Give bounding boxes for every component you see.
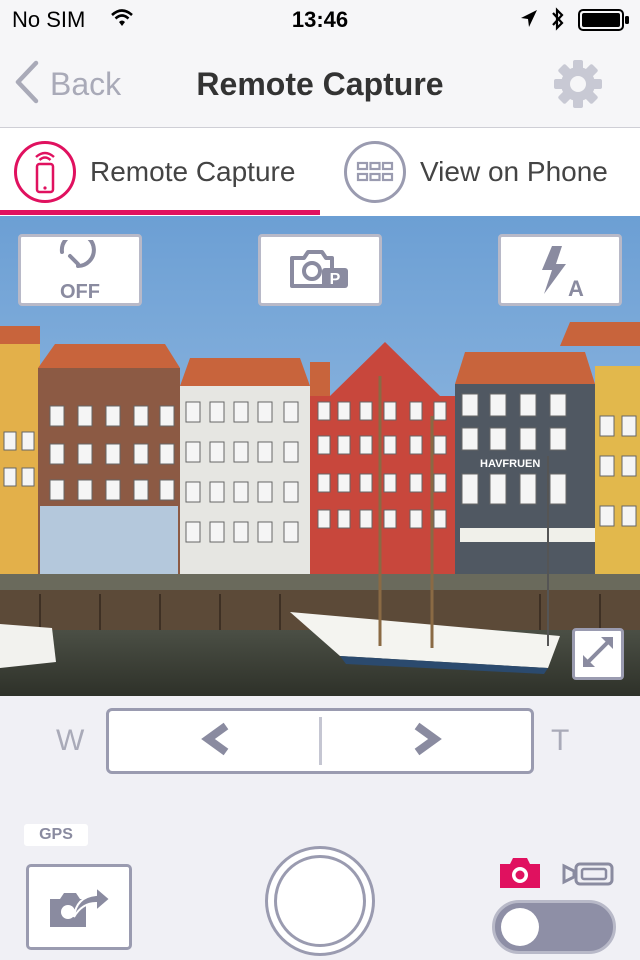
tab-remote-capture-label: Remote Capture: [90, 156, 296, 187]
tab-view-on-phone[interactable]: View on Phone: [320, 128, 640, 216]
active-tab-indicator: [0, 210, 320, 215]
navigation-bar: Back Remote Capture: [0, 40, 640, 128]
camera-settings-button[interactable]: P: [258, 234, 382, 306]
chevron-right-icon: [411, 722, 445, 761]
share-button[interactable]: [26, 864, 132, 950]
camera-settings-icon: P: [288, 246, 352, 295]
shutter-button[interactable]: [265, 846, 375, 956]
self-timer-button[interactable]: OFF: [18, 234, 142, 306]
self-timer-label: OFF: [60, 281, 100, 300]
bluetooth-icon: [550, 7, 566, 36]
fullscreen-expand-button[interactable]: [572, 628, 624, 680]
clock-time: 13:46: [291, 7, 349, 32]
mode-tabs: Remote Capture View on Phone: [0, 128, 640, 216]
page-title: Remote Capture: [196, 66, 444, 102]
tab-remote-capture[interactable]: Remote Capture: [0, 128, 320, 216]
live-view[interactable]: HAVFRUEN OFF P A: [0, 216, 640, 696]
gps-badge: GPS: [24, 824, 88, 846]
expand-arrows-icon: [579, 633, 617, 676]
battery-icon: [578, 9, 630, 36]
photo-video-toggle[interactable]: [492, 900, 616, 954]
settings-gear-icon[interactable]: [552, 58, 604, 115]
zoom-control: [106, 708, 534, 774]
share-photo-icon: [46, 879, 112, 936]
flash-mode-label: A: [568, 276, 584, 298]
video-mode-camcorder-icon: [562, 858, 616, 895]
flash-mode-button[interactable]: A: [498, 234, 622, 306]
chevron-left-icon: [198, 722, 232, 761]
zoom-out-button[interactable]: [109, 711, 320, 771]
grid-icon: [344, 141, 406, 203]
status-bar: No SIM 13:46: [0, 0, 640, 40]
zoom-wide-label: W: [56, 724, 85, 757]
toggle-knob: [501, 908, 539, 946]
location-arrow-icon: [520, 9, 538, 34]
zoom-in-button[interactable]: [322, 711, 533, 771]
shutter-button-inner: [274, 855, 366, 947]
svg-text:P: P: [330, 271, 341, 288]
tab-view-on-phone-label: View on Phone: [420, 156, 608, 187]
zoom-tele-label: T: [551, 724, 570, 757]
photo-mode-camera-icon: [498, 856, 542, 895]
phone-wifi-icon: [14, 141, 76, 203]
havfruen-sign: HAVFRUEN: [480, 458, 540, 470]
